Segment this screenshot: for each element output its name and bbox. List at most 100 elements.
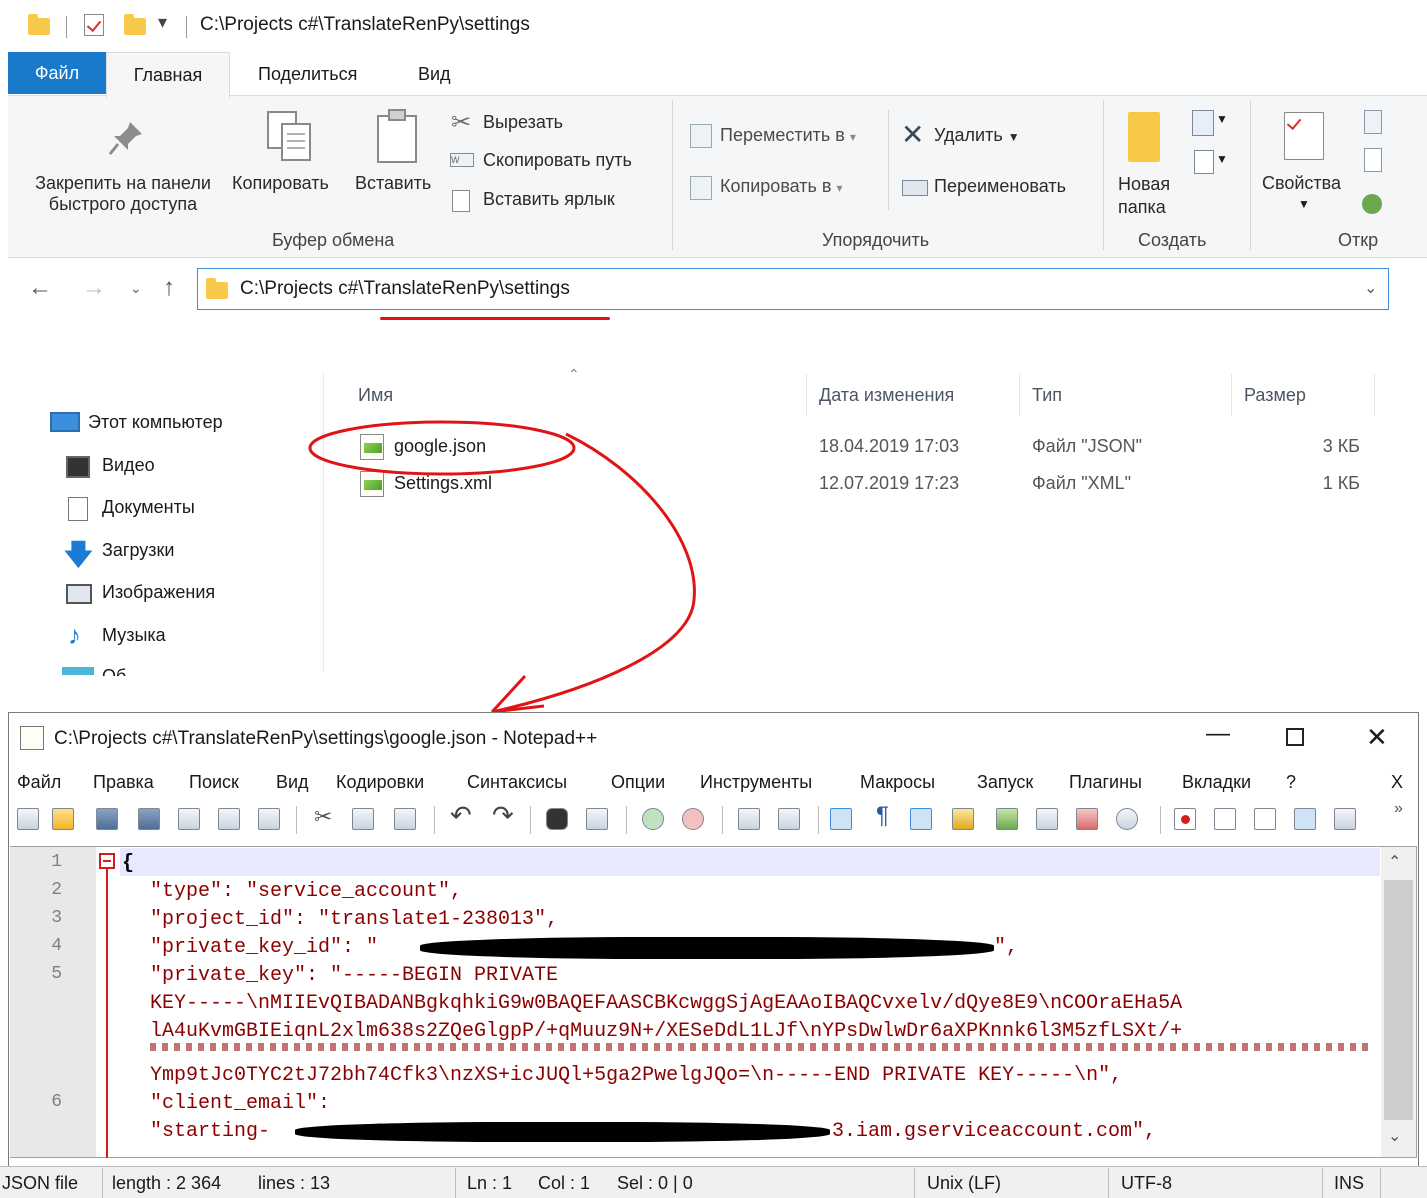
code-line: Ymp9tJc0TYC2tJ72bh74Cfk3\nzXS+icJUQl+5ga… — [150, 1064, 1123, 1087]
menu-run[interactable]: Запуск — [977, 772, 1033, 793]
line-number: 5 — [51, 964, 62, 984]
status-file-type: JSON file — [2, 1173, 79, 1193]
paste-icon[interactable] — [394, 808, 416, 830]
menu-syntax[interactable]: Синтаксисы — [467, 772, 567, 793]
code-line: "client_email": — [150, 1092, 331, 1115]
status-separator — [1322, 1168, 1323, 1198]
status-length: length : 2 364 — [112, 1173, 222, 1193]
save-macro-icon[interactable] — [1334, 808, 1356, 830]
play-macro-icon[interactable] — [1254, 808, 1276, 830]
close-icon[interactable]: ✕ — [1366, 722, 1388, 753]
sync-vertical-icon[interactable] — [738, 808, 760, 830]
redo-icon[interactable]: ↷ — [492, 800, 514, 831]
show-all-chars-icon[interactable]: ¶ — [876, 802, 889, 830]
stop-macro-icon[interactable] — [1214, 808, 1236, 830]
code-line: 3.iam.gserviceaccount.com", — [832, 1120, 1157, 1143]
status-encoding[interactable]: UTF-8 — [1121, 1173, 1172, 1194]
status-separator — [914, 1168, 915, 1198]
status-selection: Sel : 0 | 0 — [617, 1173, 693, 1193]
scrollbar-thumb[interactable] — [1384, 880, 1413, 1120]
notepad-app-icon — [20, 726, 44, 750]
menu-help[interactable]: ? — [1286, 772, 1296, 793]
code-line: "private_key_id": " — [150, 936, 379, 959]
status-col: Col : 1 — [538, 1173, 591, 1193]
menu-options[interactable]: Опции — [611, 772, 665, 793]
close-all-icon[interactable] — [218, 808, 240, 830]
status-separator — [102, 1168, 103, 1198]
status-ln: Ln : 1 — [467, 1173, 513, 1193]
fold-margin-line — [106, 862, 108, 1158]
clipped-code-line — [150, 1043, 1370, 1051]
open-file-icon[interactable] — [52, 808, 74, 830]
menu-encoding[interactable]: Кодировки — [336, 772, 424, 793]
minimize-icon[interactable]: — — [1206, 720, 1230, 748]
print-icon[interactable] — [258, 808, 280, 830]
menu-view[interactable]: Вид — [276, 772, 309, 793]
scroll-up-icon[interactable]: ⌃ — [1388, 852, 1401, 872]
find-icon[interactable] — [546, 808, 568, 830]
zoom-out-icon[interactable] — [682, 808, 704, 830]
status-separator — [455, 1168, 456, 1198]
run-macro-multiple-icon[interactable] — [1294, 808, 1316, 830]
menu-tabs[interactable]: Вкладки — [1182, 772, 1251, 793]
code-line: "type": "service_account", — [150, 880, 463, 903]
status-eol[interactable]: Unix (LF) — [927, 1173, 1001, 1194]
code-line: { — [122, 852, 135, 875]
toolbar-separator — [434, 806, 435, 834]
menu-close-doc[interactable]: X — [1391, 772, 1403, 793]
scroll-down-icon[interactable]: ⌄ — [1388, 1126, 1401, 1146]
monitoring-eye-icon[interactable] — [1116, 808, 1138, 830]
folder-as-workspace-icon[interactable] — [1076, 808, 1098, 830]
menu-edit[interactable]: Правка — [93, 772, 154, 793]
code-line: "project_id": "translate1-238013", — [150, 908, 559, 931]
line-number: 6 — [51, 1092, 62, 1112]
line-number: 2 — [51, 880, 62, 900]
current-line-highlight — [120, 848, 1380, 876]
notepad-title: C:\Projects c#\TranslateRenPy\settings\g… — [54, 728, 598, 749]
tab-home[interactable]: Главная — [106, 52, 230, 98]
toolbar-overflow-icon[interactable]: » — [1394, 800, 1403, 818]
menu-tools[interactable]: Инструменты — [700, 772, 812, 793]
word-wrap-icon[interactable] — [830, 808, 852, 830]
code-line: "private_key": "-----BEGIN PRIVATE — [150, 964, 559, 987]
save-icon[interactable] — [96, 808, 118, 830]
status-separator — [1380, 1168, 1381, 1198]
menu-search[interactable]: Поиск — [189, 772, 239, 793]
status-separator — [1108, 1168, 1109, 1198]
annotation-ellipse-arrow — [308, 420, 696, 714]
copy-icon[interactable] — [352, 808, 374, 830]
toolbar-separator — [1160, 806, 1161, 834]
line-number: 1 — [51, 852, 62, 872]
close-file-icon[interactable] — [178, 808, 200, 830]
indent-guide-icon[interactable] — [910, 808, 932, 830]
toolbar-separator — [296, 806, 297, 834]
redaction-mark — [295, 1122, 830, 1142]
status-insert-mode[interactable]: INS — [1334, 1173, 1364, 1194]
code-line: KEY-----\nMIIEvQIBADANBgkqhkiG9w0BAQEFAA… — [150, 992, 1183, 1015]
function-list-icon[interactable] — [1036, 808, 1058, 830]
maximize-icon[interactable] — [1286, 728, 1304, 746]
toolbar-separator — [626, 806, 627, 834]
cut-icon[interactable]: ✂ — [314, 804, 332, 830]
menu-macros[interactable]: Макросы — [860, 772, 935, 793]
menu-plugins[interactable]: Плагины — [1069, 772, 1142, 793]
doc-map-icon[interactable] — [996, 808, 1018, 830]
sync-horizontal-icon[interactable] — [778, 808, 800, 830]
toolbar-separator — [722, 806, 723, 834]
replace-icon[interactable] — [586, 808, 608, 830]
record-macro-icon[interactable] — [1174, 808, 1196, 830]
status-lines: lines : 13 — [258, 1173, 331, 1193]
line-number: 4 — [51, 936, 62, 956]
udl-icon[interactable] — [952, 808, 974, 830]
new-file-icon[interactable] — [17, 808, 39, 830]
toolbar-separator — [530, 806, 531, 834]
code-line: ", — [994, 936, 1019, 959]
undo-icon[interactable]: ↶ — [450, 800, 472, 831]
menu-file[interactable]: Файл — [17, 772, 61, 793]
line-number: 3 — [51, 908, 62, 928]
save-all-icon[interactable] — [138, 808, 160, 830]
code-line: "starting- — [150, 1120, 271, 1143]
zoom-in-icon[interactable] — [642, 808, 664, 830]
code-line: lA4uKvmGBIEiqnL2xlm638s2ZQeGlgpP/+qMuuz9… — [150, 1020, 1183, 1043]
fold-toggle-icon[interactable] — [99, 853, 115, 869]
